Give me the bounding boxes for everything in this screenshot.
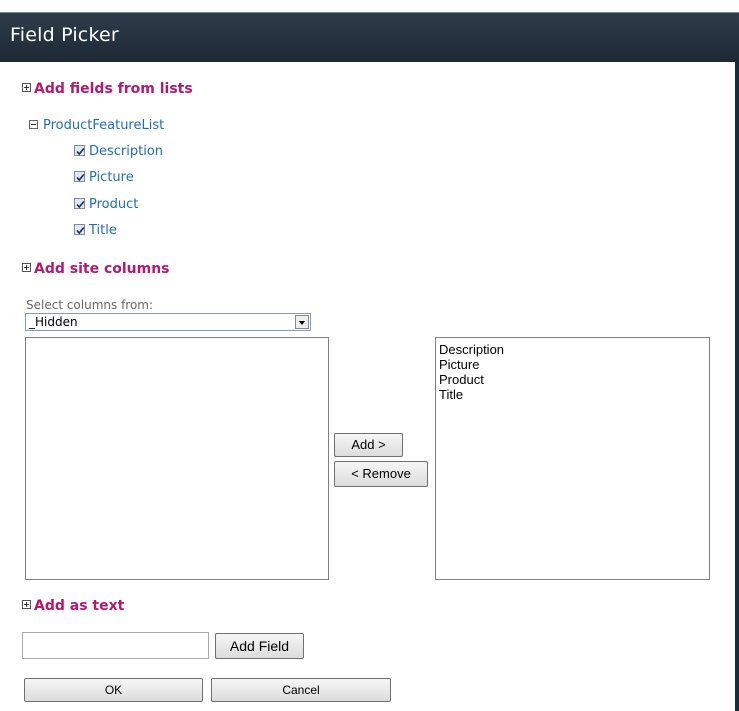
- select-value: _Hidden: [29, 315, 78, 329]
- checkmark-icon: [76, 200, 85, 209]
- field-item-title[interactable]: Title: [74, 223, 117, 239]
- expand-plus-icon[interactable]: [22, 599, 31, 609]
- field-label: Description: [89, 144, 164, 159]
- chevron-down-icon[interactable]: [295, 315, 309, 329]
- select-columns-label: Select columns from:: [26, 298, 154, 312]
- section-label: Add site columns: [34, 261, 170, 277]
- field-label: Title: [89, 223, 117, 238]
- tree-node-label: ProductFeatureList: [43, 118, 165, 133]
- section-add-site-columns[interactable]: Add site columns: [22, 261, 170, 277]
- section-label: Add fields from lists: [34, 81, 193, 97]
- section-label: Add as text: [34, 598, 125, 614]
- add-field-button[interactable]: Add Field: [215, 633, 304, 659]
- remove-column-button[interactable]: < Remove: [334, 461, 428, 487]
- list-item[interactable]: Description: [436, 342, 709, 357]
- checkbox[interactable]: [74, 224, 85, 235]
- checkmark-icon: [76, 226, 85, 235]
- list-item[interactable]: Picture: [436, 357, 709, 372]
- column-group-select[interactable]: _Hidden: [25, 313, 311, 331]
- field-item-picture[interactable]: Picture: [74, 170, 134, 186]
- ok-button[interactable]: OK: [24, 678, 203, 702]
- tree-node-list[interactable]: ProductFeatureList: [29, 118, 164, 133]
- collapse-minus-icon[interactable]: [29, 120, 38, 129]
- list-item[interactable]: Title: [436, 387, 709, 402]
- checkbox[interactable]: [74, 145, 85, 156]
- section-add-fields-from-lists[interactable]: Add fields from lists: [22, 81, 193, 97]
- field-item-product[interactable]: Product: [74, 197, 138, 213]
- add-column-button[interactable]: Add >: [334, 433, 403, 457]
- top-strip: [0, 0, 739, 12]
- checkmark-icon: [76, 173, 85, 182]
- field-item-description[interactable]: Description: [74, 144, 163, 160]
- expand-plus-icon[interactable]: [22, 262, 31, 272]
- field-text-input[interactable]: [22, 632, 209, 659]
- dialog-titlebar: Field Picker: [0, 12, 739, 62]
- dialog-right-edge: [735, 61, 739, 711]
- section-add-as-text[interactable]: Add as text: [22, 598, 124, 614]
- expand-plus-icon[interactable]: [22, 82, 31, 92]
- available-columns-listbox[interactable]: [25, 337, 329, 580]
- selected-columns-listbox[interactable]: Description Picture Product Title: [435, 337, 710, 580]
- checkbox[interactable]: [74, 198, 85, 209]
- checkbox[interactable]: [74, 171, 85, 182]
- field-label: Product: [89, 197, 139, 212]
- list-item[interactable]: Product: [436, 372, 709, 387]
- cancel-button[interactable]: Cancel: [211, 678, 391, 702]
- field-label: Picture: [89, 170, 134, 185]
- dialog-title: Field Picker: [10, 24, 119, 46]
- checkmark-icon: [76, 147, 85, 156]
